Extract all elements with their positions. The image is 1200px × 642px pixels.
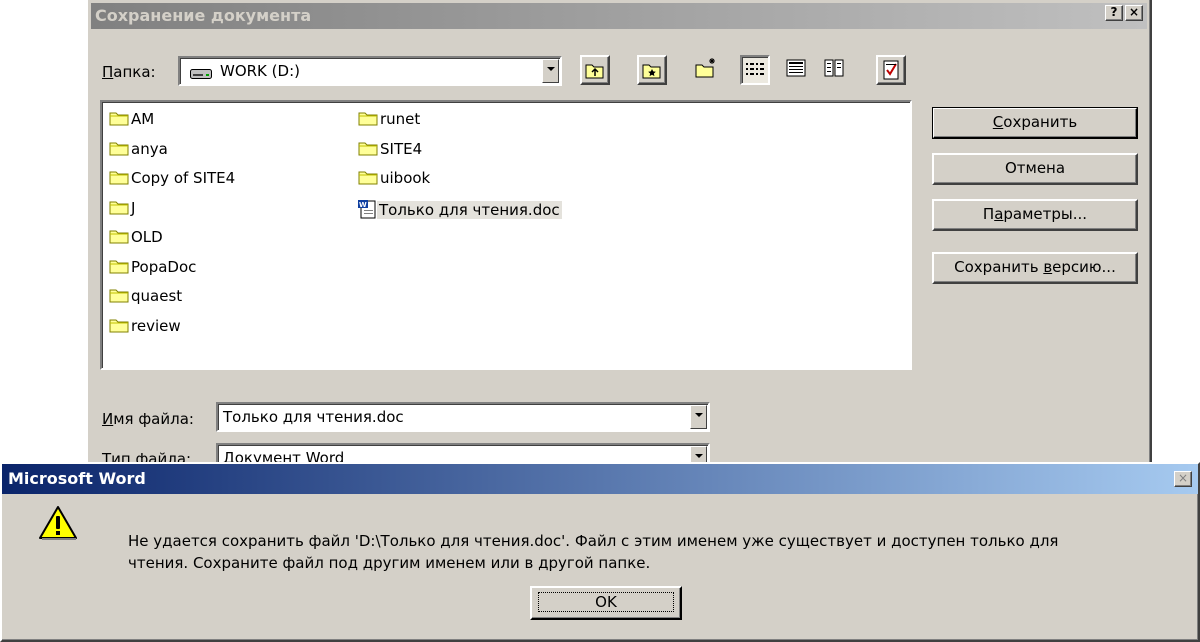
file-name: OLD — [131, 228, 163, 246]
file-list[interactable] — [100, 100, 912, 370]
file-name: PopaDoc — [131, 257, 197, 276]
folder-dropdown-button[interactable] — [542, 59, 559, 83]
filename-input[interactable]: Только для чтения.doc — [216, 402, 710, 432]
file-name: J — [131, 198, 136, 217]
list-view-icon — [746, 63, 764, 75]
folder-icon — [358, 141, 378, 156]
file-name: AM — [131, 110, 155, 128]
folder-icon — [109, 111, 129, 126]
file-name: Copy of SITE4 — [131, 169, 236, 187]
alert-title: Microsoft Word — [8, 469, 146, 488]
file-name: review — [131, 316, 181, 335]
details-view-icon — [786, 59, 806, 77]
list-item[interactable]: W Только для чтения.doc — [357, 198, 562, 223]
list-item[interactable]: SITE4 — [358, 137, 422, 162]
file-name: quaest — [131, 287, 183, 305]
file-name: SITE4 — [380, 139, 423, 158]
list-item[interactable]: OLD — [109, 225, 163, 250]
list-view-button[interactable] — [740, 55, 770, 85]
folder-label: Папка: — [102, 63, 156, 81]
folder-icon — [109, 170, 129, 185]
folder-icon — [358, 170, 378, 185]
ok-button-label: OK — [538, 592, 674, 612]
svg-text:W: W — [359, 201, 367, 209]
save-button[interactable]: Сохранить — [932, 107, 1138, 139]
new-folder-button[interactable] — [692, 55, 722, 85]
parameters-button[interactable]: Параметры... — [932, 199, 1138, 231]
file-name: anya — [131, 139, 168, 158]
favorites-folder-icon — [642, 64, 661, 79]
alert-titlebar[interactable]: Microsoft Word — [2, 464, 1198, 494]
list-item[interactable]: PopaDoc — [109, 255, 196, 280]
warning-icon — [39, 506, 77, 540]
list-item[interactable]: Copy of SITE4 — [109, 166, 235, 191]
favorites-button[interactable] — [637, 55, 667, 85]
up-folder-icon — [585, 64, 604, 79]
list-item[interactable]: anya — [109, 137, 168, 162]
save-version-button[interactable]: Сохранить версию... — [932, 252, 1138, 284]
up-one-level-button[interactable] — [580, 55, 610, 85]
file-name: runet — [380, 110, 421, 128]
filename-value: Только для чтения.doc — [223, 408, 404, 426]
alert-message-line-1: Не удается сохранить файл 'D:\Только для… — [128, 532, 1059, 550]
cancel-button[interactable]: Отмена — [932, 153, 1138, 185]
folder-icon — [109, 318, 129, 333]
folder-icon — [109, 141, 129, 156]
help-button[interactable]: ? — [1105, 5, 1123, 21]
tools-button[interactable] — [876, 55, 906, 85]
doc-file-name: Только для чтения.doc — [377, 201, 562, 219]
list-item[interactable]: runet — [358, 107, 420, 132]
save-dialog-title: Сохранение документа — [95, 6, 312, 25]
list-item[interactable]: J — [109, 196, 135, 221]
alert-message-line-2: чтения. Сохраните файл под другим именем… — [128, 554, 651, 572]
file-name: uibook — [380, 169, 431, 187]
ok-button[interactable]: OK — [530, 586, 682, 620]
folder-icon — [109, 259, 129, 274]
properties-view-button[interactable] — [820, 55, 850, 85]
folder-combo[interactable]: WORK (D:) — [178, 56, 562, 86]
save-dialog-titlebar[interactable]: Сохранение документа — [91, 3, 1147, 29]
list-item[interactable]: AM — [109, 107, 154, 132]
alert-close-button[interactable]: × — [1174, 471, 1192, 487]
filename-dropdown-button[interactable] — [690, 405, 707, 429]
close-button[interactable]: × — [1125, 5, 1143, 21]
folder-icon — [358, 111, 378, 126]
list-item[interactable]: quaest — [109, 284, 182, 309]
alert-dialog: Microsoft Word × Не удается сохранить фа… — [0, 462, 1200, 642]
list-item[interactable]: uibook — [358, 166, 430, 191]
folder-icon — [109, 200, 129, 215]
new-folder-icon — [695, 58, 715, 78]
properties-view-icon — [824, 59, 844, 77]
word-document-icon: W — [358, 200, 376, 219]
tools-icon — [883, 60, 899, 80]
drive-icon — [190, 66, 212, 84]
filename-label: Имя файла: — [102, 410, 194, 428]
folder-combo-value: WORK (D:) — [220, 62, 300, 80]
folder-icon — [109, 229, 129, 244]
list-item[interactable]: review — [109, 314, 181, 339]
folder-icon — [109, 288, 129, 303]
details-view-button[interactable] — [782, 55, 812, 85]
